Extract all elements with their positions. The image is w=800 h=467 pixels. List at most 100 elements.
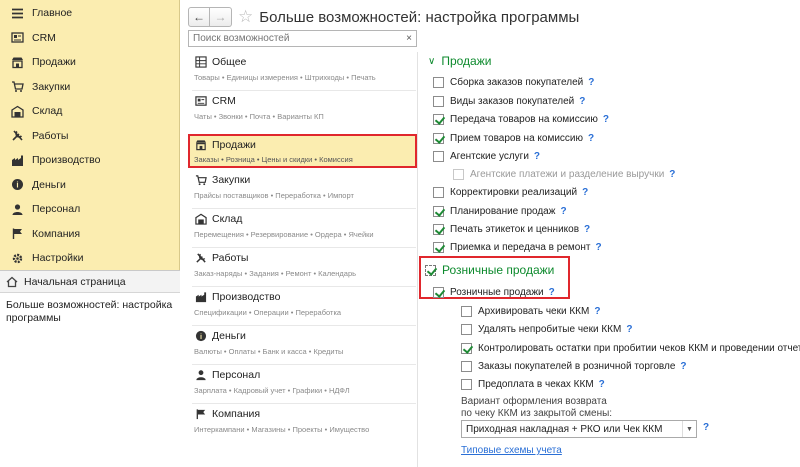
crm-icon <box>194 94 208 108</box>
return-variant-value: Приходная накладная + РКО или Чек ККМ <box>466 423 663 435</box>
sidebar-item-6[interactable]: Производство <box>0 148 179 173</box>
help-icon[interactable]: ? <box>703 422 709 433</box>
sidebar-item-5[interactable]: Работы <box>0 124 179 149</box>
retail-sub-option-checkbox[interactable] <box>461 378 472 390</box>
section-7[interactable]: i Деньги Валюты • Оплаты • Банк и касса • … <box>188 327 417 364</box>
section-title: Общее <box>212 56 247 68</box>
option-checkbox[interactable] <box>433 132 444 144</box>
help-icon[interactable]: ? <box>595 242 601 253</box>
sidebar-item-4[interactable]: Склад <box>0 99 179 124</box>
help-icon[interactable]: ? <box>579 96 585 107</box>
option-checkbox <box>453 168 464 180</box>
sidebar-item-9[interactable]: Компания <box>0 222 179 247</box>
help-icon[interactable]: ? <box>560 206 566 217</box>
open-window-active[interactable]: Больше возможностей: настройка программы <box>0 293 180 330</box>
option-checkbox[interactable] <box>433 76 444 88</box>
retail-sub-option-checkbox[interactable] <box>461 305 472 317</box>
section-title: Персонал <box>212 369 261 381</box>
sidebar-item-7[interactable]: i Деньги <box>0 173 179 198</box>
option-label: Передача товаров на комиссию <box>450 113 598 125</box>
open-window-home[interactable]: Начальная страница <box>0 271 180 293</box>
sidebar-item-0[interactable]: Главное <box>0 1 179 26</box>
section-5[interactable]: Работы Заказ-наряды • Задания • Ремонт • … <box>188 249 417 286</box>
shop-icon <box>10 55 24 69</box>
home-icon <box>6 276 18 288</box>
crm-icon <box>10 31 24 45</box>
sidebar-item-8[interactable]: Персонал <box>0 197 179 222</box>
retail-sub-option-checkbox[interactable] <box>461 360 472 372</box>
option-checkbox[interactable] <box>433 223 444 235</box>
option-checkbox[interactable] <box>433 186 444 198</box>
option-row: Печать этикеток и ценников ? <box>433 221 590 237</box>
retail-option-label: Розничные продажи <box>450 286 544 298</box>
section-2[interactable]: Продажи Заказы • Розница • Цены и скидки … <box>188 134 417 168</box>
section-subtitle: Заказы • Розница • Цены и скидки • Комис… <box>194 155 353 164</box>
option-checkbox[interactable] <box>433 205 444 217</box>
help-icon[interactable]: ? <box>599 379 605 390</box>
sidebar-item-3[interactable]: Закупки <box>0 75 179 100</box>
help-icon[interactable]: ? <box>582 187 588 198</box>
section-title: Закупки <box>212 174 251 186</box>
sidebar-item-label: Производство <box>32 154 101 167</box>
cart-icon <box>194 173 208 187</box>
section-subtitle: Валюты • Оплаты • Банк и касса • Кредиты <box>194 347 344 356</box>
option-checkbox[interactable] <box>433 95 444 107</box>
cart-icon <box>10 80 24 94</box>
section-9[interactable]: Компания Интеркампани • Магазины • Проект… <box>188 405 417 442</box>
section-title: Производство <box>212 291 281 303</box>
help-icon[interactable]: ? <box>549 287 555 298</box>
sidebar-item-label: Продажи <box>32 56 76 69</box>
group-title: Продажи <box>441 54 492 68</box>
option-checkbox[interactable] <box>433 113 444 125</box>
search-input[interactable] <box>189 33 402 44</box>
help-icon[interactable]: ? <box>626 324 632 335</box>
section-1[interactable]: CRM Чаты • Звонки • Почта • Варианты КП <box>188 92 417 129</box>
back-button[interactable]: ← <box>188 7 210 27</box>
retail-sub-option-checkbox[interactable] <box>461 342 472 354</box>
help-icon[interactable]: ? <box>603 114 609 125</box>
help-icon[interactable]: ? <box>669 169 675 180</box>
help-icon[interactable]: ? <box>588 77 594 88</box>
search-box: × <box>188 30 417 47</box>
person-icon <box>10 202 24 216</box>
section-8[interactable]: Персонал Зарплата • Кадровый учет • Графи… <box>188 366 417 403</box>
option-checkbox[interactable] <box>433 150 444 162</box>
help-icon[interactable]: ? <box>680 361 686 372</box>
variant-label-line-2: по чеку ККМ из закрытой смены: <box>461 408 613 419</box>
option-label: Агентские услуги <box>450 150 529 162</box>
help-icon[interactable]: ? <box>594 306 600 317</box>
group-header-retail[interactable]: Розничные продажи <box>425 263 554 277</box>
sidebar-item-2[interactable]: Продажи <box>0 50 179 75</box>
dropdown-arrow-icon[interactable]: ▼ <box>682 421 696 437</box>
svg-text:i: i <box>16 181 18 190</box>
section-3[interactable]: Закупки Прайсы поставщиков • Переработка … <box>188 171 417 208</box>
option-checkbox[interactable] <box>433 241 444 253</box>
option-label: Агентские платежи и разделение выручки <box>470 168 665 180</box>
sidebar-nav: Главное CRM Продажи Закупки Склад Работы Произ… <box>0 0 179 271</box>
return-variant-select[interactable]: Приходная накладная + РКО или Чек ККМ ▼ <box>461 420 697 438</box>
factory-icon <box>194 290 208 304</box>
retail-group-checkbox[interactable] <box>425 264 436 276</box>
sidebar-item-1[interactable]: CRM <box>0 26 179 51</box>
help-icon[interactable]: ? <box>588 133 594 144</box>
retail-checkbox[interactable] <box>433 286 444 298</box>
option-row: Передача товаров на комиссию ? <box>433 111 609 127</box>
section-0[interactable]: Общее Товары • Единицы измерения • Штрихк… <box>188 53 417 90</box>
person-icon <box>194 368 208 382</box>
sidebar-item-10[interactable]: Настройки <box>0 246 179 271</box>
clear-search-icon[interactable]: × <box>402 33 416 44</box>
section-title: Склад <box>212 213 243 225</box>
money-icon: i <box>10 178 24 192</box>
group-header-sales[interactable]: ∨ Продажи <box>428 51 491 71</box>
typical-schemes-link[interactable]: Типовые схемы учета <box>461 445 562 456</box>
retail-sub-option-checkbox[interactable] <box>461 323 472 335</box>
help-icon[interactable]: ? <box>534 151 540 162</box>
help-icon[interactable]: ? <box>584 224 590 235</box>
forward-button[interactable]: → <box>210 7 232 27</box>
sidebar-item-label: Работы <box>32 129 69 142</box>
section-4[interactable]: Склад Перемещения • Резервирование • Орде… <box>188 210 417 247</box>
retail-sub-option-label: Контролировать остатки при пробитии чеко… <box>478 342 800 354</box>
favorite-star-icon[interactable]: ☆ <box>238 7 253 27</box>
section-6[interactable]: Производство Спецификации • Операции • Пе… <box>188 288 417 325</box>
section-divider <box>192 286 416 287</box>
